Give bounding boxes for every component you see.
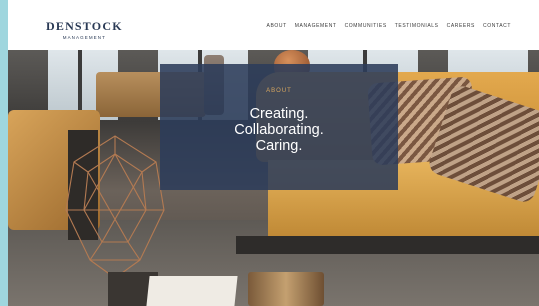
nav-management[interactable]: MANAGEMENT bbox=[295, 23, 337, 29]
hero-line-1: Creating. bbox=[249, 106, 309, 122]
hero-headline: Creating. Collaborating. Caring. bbox=[160, 106, 398, 154]
nav-contact[interactable]: CONTACT bbox=[483, 23, 511, 29]
decorative-box bbox=[248, 272, 324, 306]
hero-line-3: Caring. bbox=[255, 138, 303, 154]
main-nav: ABOUT MANAGEMENT COMMUNITIES TESTIMONIAL… bbox=[267, 23, 511, 29]
page: DENSTOCK MANAGEMENT ABOUT MANAGEMENT COM… bbox=[8, 0, 539, 306]
coffee-table-book bbox=[146, 276, 238, 306]
nav-testimonials[interactable]: TESTIMONIALS bbox=[395, 23, 439, 29]
site-header: DENSTOCK MANAGEMENT ABOUT MANAGEMENT COM… bbox=[8, 0, 539, 50]
geometric-sculpture bbox=[65, 135, 165, 279]
hero-kicker: ABOUT bbox=[266, 88, 292, 94]
hero-overlay: ABOUT Creating. Collaborating. Caring. bbox=[160, 64, 398, 190]
logo-wordmark: DENSTOCK bbox=[46, 19, 123, 33]
nav-careers[interactable]: CAREERS bbox=[447, 23, 475, 29]
hero-line-2: Collaborating. bbox=[234, 122, 324, 138]
logo[interactable]: DENSTOCK MANAGEMENT bbox=[46, 19, 123, 40]
logo-subtitle: MANAGEMENT bbox=[62, 35, 106, 40]
nav-about[interactable]: ABOUT bbox=[267, 23, 287, 29]
nav-communities[interactable]: COMMUNITIES bbox=[345, 23, 387, 29]
sofa-base bbox=[236, 236, 539, 254]
